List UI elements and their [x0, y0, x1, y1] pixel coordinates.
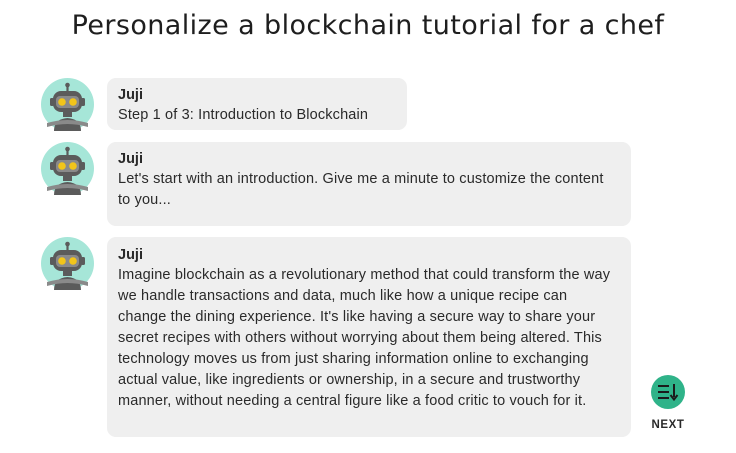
message-sender: Juji [118, 87, 143, 103]
tutorial-page: Personalize a blockchain tutorial for a … [0, 0, 736, 453]
message-bubble: Juji Let's start with an introduction. G… [107, 142, 631, 226]
robot-avatar-icon [41, 78, 94, 131]
next-label[interactable]: NEXT [646, 419, 690, 431]
robot-avatar-icon [41, 142, 94, 195]
message-sender: Juji [118, 247, 143, 263]
next-button[interactable] [651, 375, 685, 409]
next-control: NEXT [646, 375, 690, 431]
page-title: Personalize a blockchain tutorial for a … [71, 10, 665, 41]
list-sort-down-icon [658, 384, 679, 401]
robot-avatar-icon [41, 237, 94, 290]
message-text: Let's start with an introduction. Give m… [118, 171, 604, 208]
message-bubble: Juji Imagine blockchain as a revolutiona… [107, 237, 631, 437]
message-text: Step 1 of 3: Introduction to Blockchain [118, 107, 369, 123]
message-sender: Juji [118, 151, 143, 167]
message-text: Imagine blockchain as a revolutionary me… [118, 267, 611, 409]
message-bubble: Juji Step 1 of 3: Introduction to Blockc… [107, 78, 407, 130]
